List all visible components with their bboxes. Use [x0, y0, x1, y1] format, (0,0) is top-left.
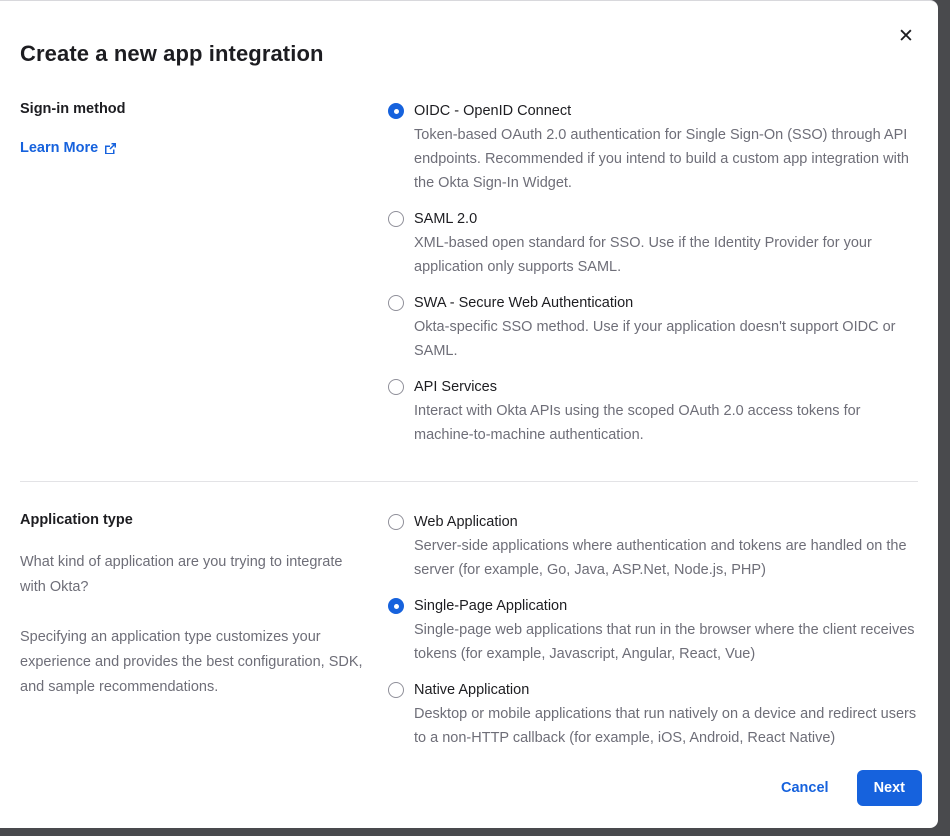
radio-label: SAML 2.0	[414, 211, 477, 227]
radio-option-web-application[interactable]: Web Application Server-side applications…	[388, 510, 918, 582]
radio-label: Single-Page Application	[414, 598, 567, 614]
radio-description: Okta-specific SSO method. Use if your ap…	[414, 315, 918, 363]
radio-option-oidc[interactable]: OIDC - OpenID Connect Token-based OAuth …	[388, 99, 918, 195]
radio-label: Web Application	[414, 514, 518, 530]
radio-label: API Services	[414, 379, 497, 395]
radio-description: Interact with Okta APIs using the scoped…	[414, 399, 918, 447]
radio-description: XML-based open standard for SSO. Use if …	[414, 231, 918, 279]
radio-label: OIDC - OpenID Connect	[414, 103, 571, 119]
learn-more-link[interactable]: Learn More	[20, 140, 117, 156]
cancel-button[interactable]: Cancel	[781, 780, 829, 796]
learn-more-label: Learn More	[20, 140, 98, 156]
radio-button-icon[interactable]	[388, 682, 404, 698]
radio-description: Desktop or mobile applications that run …	[414, 702, 918, 750]
dialog-footer: Cancel Next	[781, 770, 922, 806]
radio-button-icon[interactable]	[388, 103, 404, 119]
radio-button-icon[interactable]	[388, 211, 404, 227]
radio-button-icon[interactable]	[388, 379, 404, 395]
signin-method-section: Sign-in method Learn More OIDC - Ope	[20, 99, 918, 459]
create-app-integration-dialog: ✕ Create a new app integration Sign-in m…	[0, 0, 938, 828]
radio-description: Single-page web applications that run in…	[414, 618, 918, 666]
signin-method-label: Sign-in method	[20, 99, 372, 119]
radio-label: Native Application	[414, 682, 529, 698]
radio-label: SWA - Secure Web Authentication	[414, 295, 633, 311]
radio-option-single-page-application[interactable]: Single-Page Application Single-page web …	[388, 594, 918, 666]
application-type-section: Application type What kind of applicatio…	[20, 510, 918, 762]
application-type-hint: Specifying an application type customize…	[20, 625, 372, 700]
radio-description: Token-based OAuth 2.0 authentication for…	[414, 123, 918, 195]
radio-button-icon[interactable]	[388, 514, 404, 530]
radio-button-icon[interactable]	[388, 598, 404, 614]
radio-description: Server-side applications where authentic…	[414, 534, 918, 582]
external-link-icon	[104, 142, 117, 155]
page-title: Create a new app integration	[20, 41, 918, 67]
radio-button-icon[interactable]	[388, 295, 404, 311]
section-divider	[20, 481, 918, 482]
radio-option-saml[interactable]: SAML 2.0 XML-based open standard for SSO…	[388, 207, 918, 279]
application-type-question: What kind of application are you trying …	[20, 550, 372, 600]
modal-backdrop: ✕ Create a new app integration Sign-in m…	[0, 0, 950, 836]
radio-option-swa[interactable]: SWA - Secure Web Authentication Okta-spe…	[388, 291, 918, 363]
next-button[interactable]: Next	[857, 770, 922, 806]
close-icon[interactable]: ✕	[892, 23, 920, 51]
radio-option-native-application[interactable]: Native Application Desktop or mobile app…	[388, 678, 918, 750]
radio-option-api-services[interactable]: API Services Interact with Okta APIs usi…	[388, 375, 918, 447]
application-type-label: Application type	[20, 510, 372, 530]
